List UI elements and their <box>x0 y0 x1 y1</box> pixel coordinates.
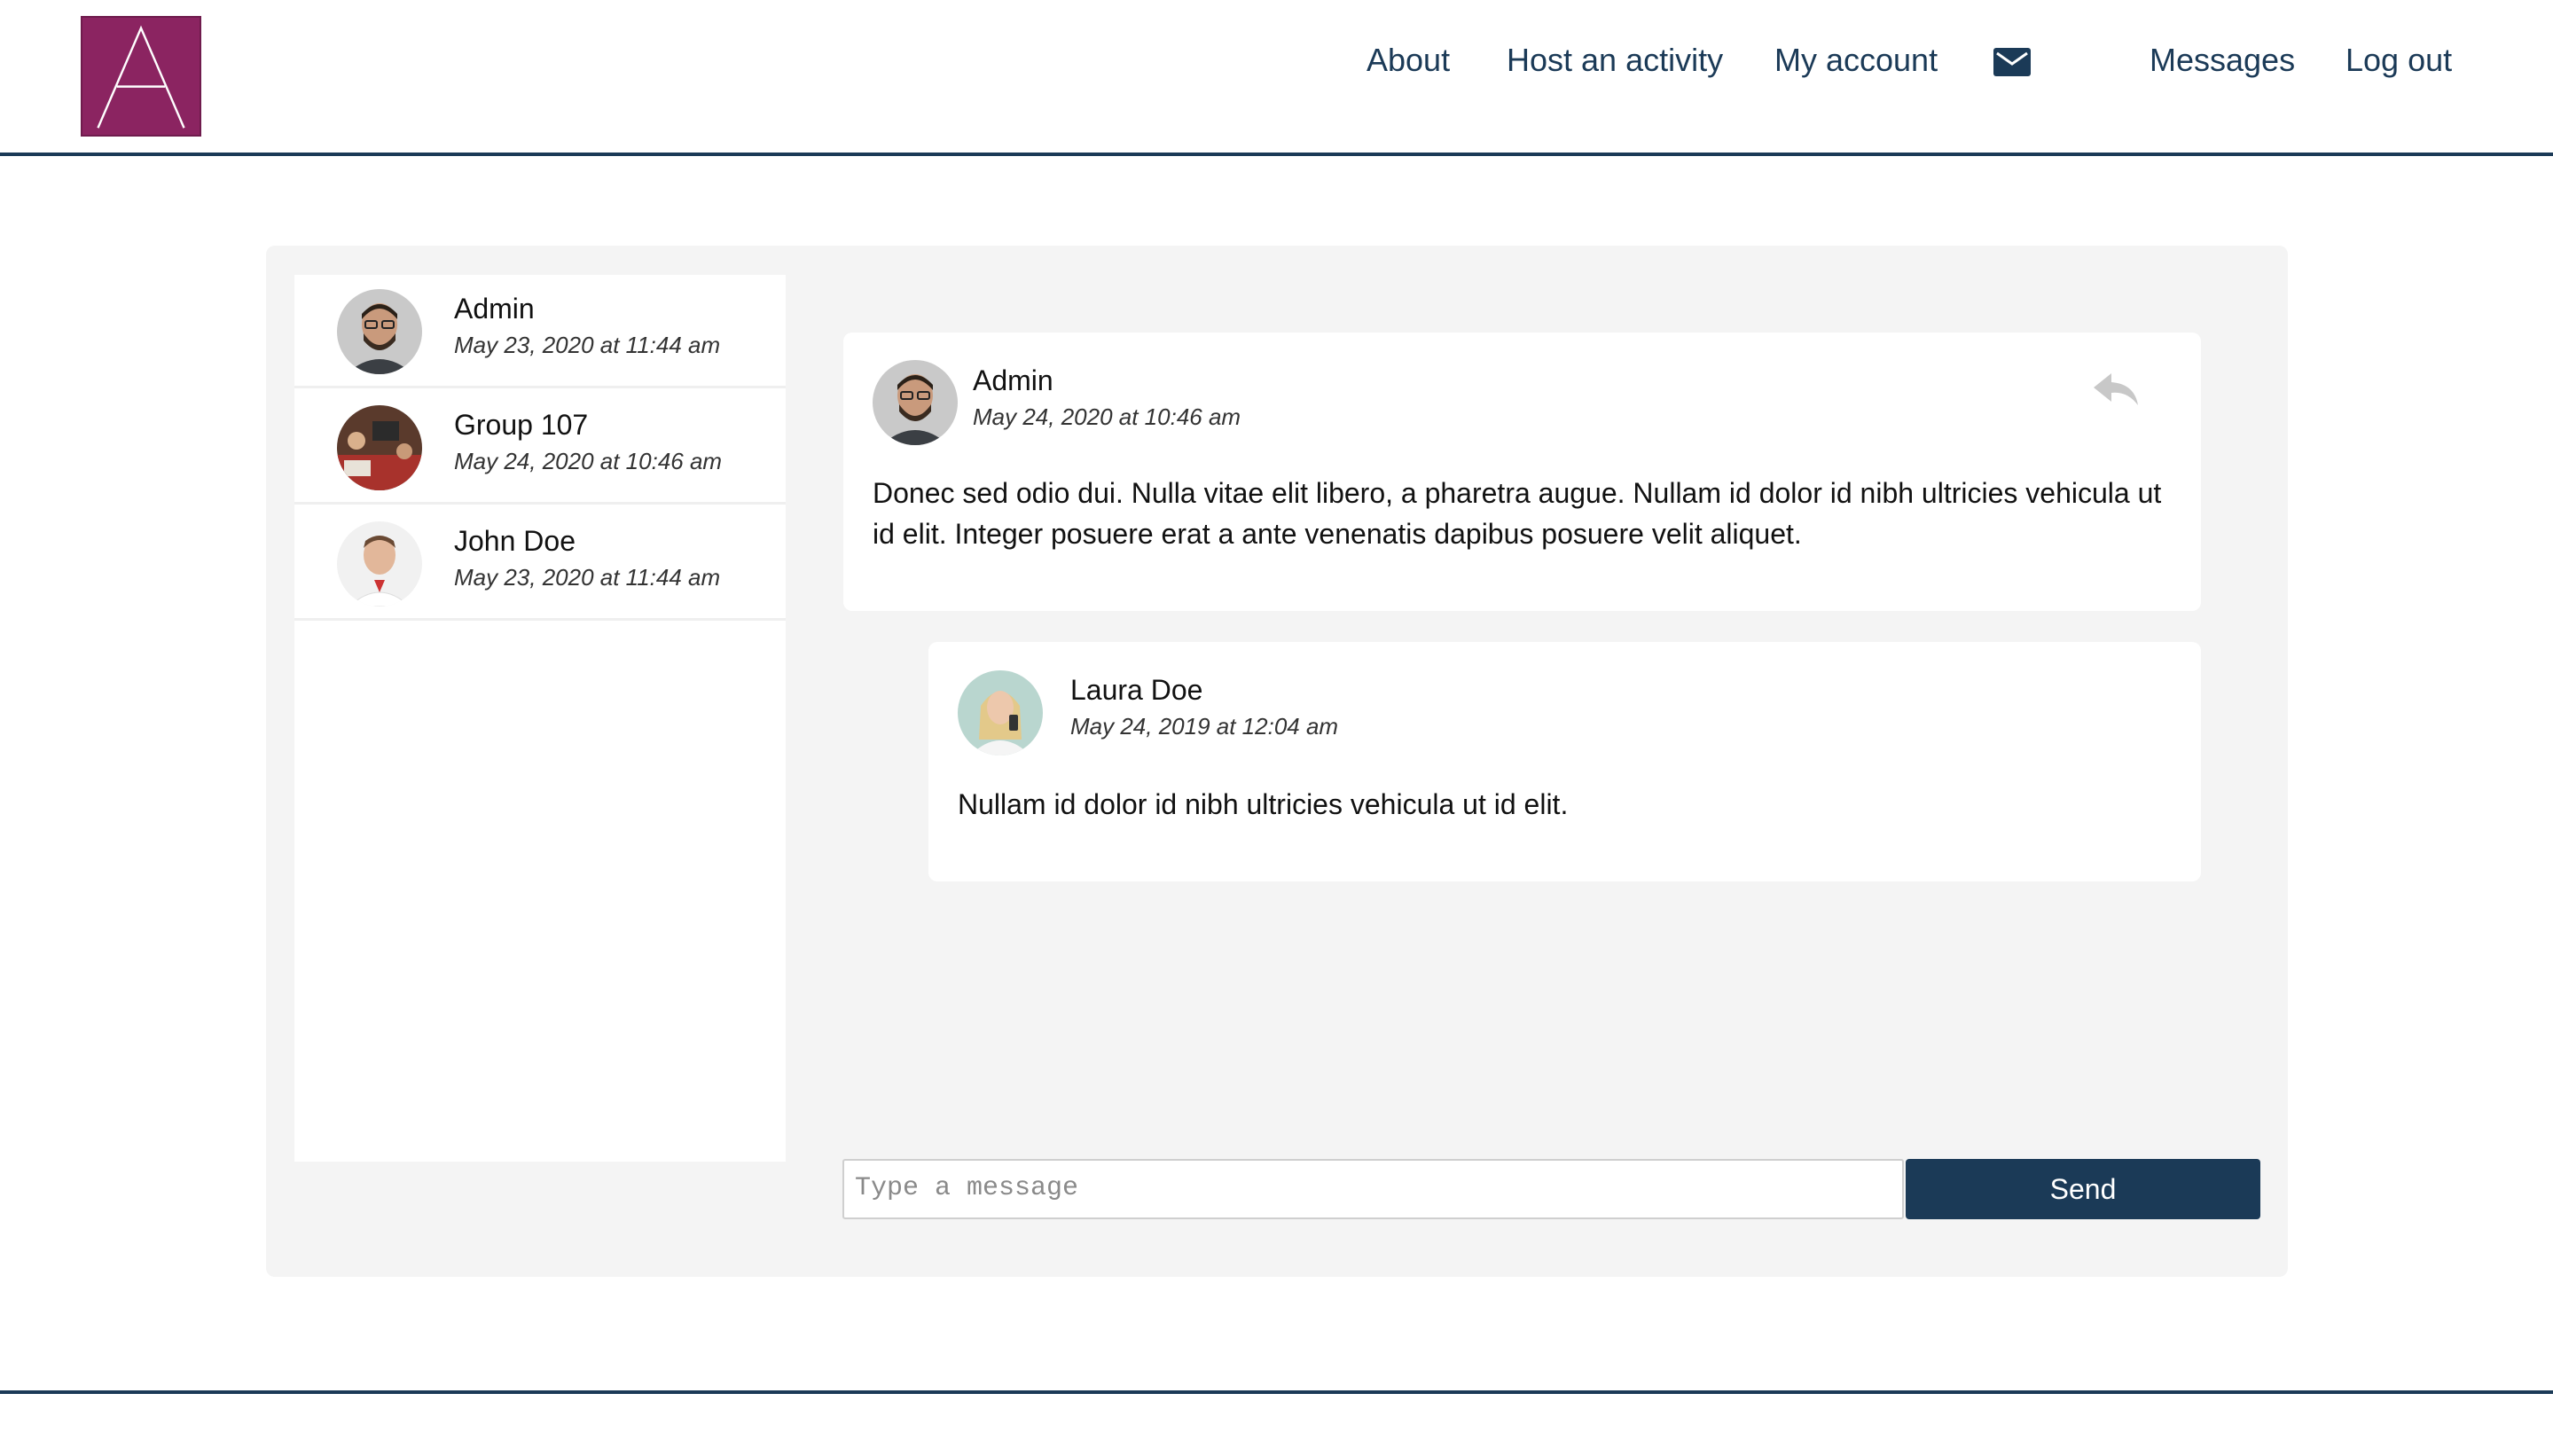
message-body: Nullam id dolor id nibh ultricies vehicu… <box>958 788 1569 820</box>
logo-letter-a-icon <box>82 18 200 135</box>
conversation-name: Group 107 <box>454 409 589 441</box>
conversation-name: Admin <box>454 293 535 325</box>
group-photo-avatar <box>337 405 422 490</box>
man-glasses-avatar <box>873 360 958 445</box>
conversation-date: May 23, 2020 at 11:44 am <box>454 564 721 591</box>
conversation-name: John Doe <box>454 525 576 557</box>
man-glasses-avatar <box>337 289 422 374</box>
nav-my-account-link[interactable]: My account <box>1774 41 1938 80</box>
message-input[interactable] <box>842 1159 1904 1219</box>
message-author: Admin <box>973 364 1053 396</box>
footer-divider <box>0 1390 2553 1394</box>
site-logo[interactable] <box>81 16 201 137</box>
reply-arrow-icon[interactable] <box>2092 370 2140 409</box>
message-card: Admin May 24, 2020 at 10:46 am Donec sed… <box>843 333 2201 611</box>
conversation-item-group-107[interactable]: Group 107 May 24, 2020 at 10:46 am <box>294 391 786 505</box>
woman-avatar <box>958 670 1043 755</box>
man-avatar <box>337 521 422 607</box>
envelope-icon[interactable] <box>1993 48 2031 76</box>
conversation-date: May 23, 2020 at 11:44 am <box>454 332 721 358</box>
reply-message-card: Laura Doe May 24, 2019 at 12:04 am Nulla… <box>928 642 2201 881</box>
nav-logout-link[interactable]: Log out <box>2345 41 2452 80</box>
nav-about-link[interactable]: About <box>1367 41 1450 80</box>
conversation-item-john-doe[interactable]: John Doe May 23, 2020 at 11:44 am <box>294 507 786 621</box>
conversation-list: Admin May 23, 2020 at 11:44 am Group 107… <box>294 275 786 1162</box>
message-author: Laura Doe <box>1070 674 1203 706</box>
conversation-item-admin[interactable]: Admin May 23, 2020 at 11:44 am <box>294 275 786 388</box>
conversation-date: May 24, 2020 at 10:46 am <box>454 448 723 474</box>
message-body: Donec sed odio dui. Nulla vitae elit lib… <box>873 477 2162 550</box>
message-date: May 24, 2019 at 12:04 am <box>1070 713 1339 740</box>
send-button[interactable]: Send <box>1906 1159 2260 1219</box>
message-date: May 24, 2020 at 10:46 am <box>973 403 1241 430</box>
site-header: About Host an activity My account Messag… <box>0 0 2553 156</box>
nav-host-activity-link[interactable]: Host an activity <box>1507 41 1723 80</box>
nav-messages-link[interactable]: Messages <box>2150 41 2295 80</box>
